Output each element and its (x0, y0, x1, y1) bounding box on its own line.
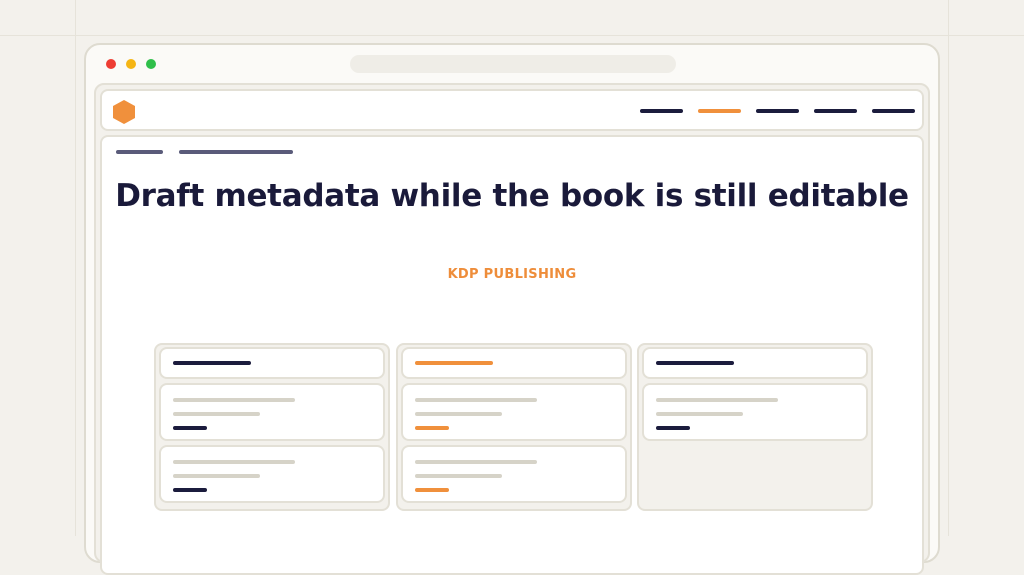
card-tag (173, 488, 207, 492)
nav-item-3[interactable] (756, 109, 799, 113)
nav-item-1[interactable] (640, 109, 683, 113)
nav-item-4[interactable] (814, 109, 857, 113)
card-tag (656, 426, 690, 430)
card-text-line (656, 412, 743, 416)
browser-window: Draft metadata while the book is still e… (84, 43, 940, 575)
breadcrumb-item-1[interactable] (116, 150, 163, 154)
card-text-line (415, 398, 537, 402)
nav-item-5[interactable] (872, 109, 915, 113)
maximize-window-button[interactable] (146, 59, 156, 69)
card-tag (415, 488, 449, 492)
column-header[interactable] (401, 347, 627, 379)
page-title: Draft metadata while the book is still e… (115, 178, 909, 214)
card-tag (415, 426, 449, 430)
task-card[interactable] (401, 445, 627, 503)
card-tag (173, 426, 207, 430)
card-text-line (173, 398, 295, 402)
card-text-line (656, 398, 778, 402)
task-card[interactable] (159, 445, 385, 503)
board-column-1 (154, 343, 390, 511)
task-card[interactable] (159, 383, 385, 441)
board-column-3 (637, 343, 873, 511)
hexagon-logo-icon[interactable] (112, 99, 136, 125)
column-header[interactable] (642, 347, 868, 379)
page-viewport: Draft metadata while the book is still e… (94, 83, 930, 575)
column-title (415, 361, 493, 365)
breadcrumb-item-2[interactable] (179, 150, 293, 154)
guide-line-right (948, 0, 949, 536)
column-title (173, 361, 251, 365)
board-column-2 (396, 343, 632, 511)
main-content: Draft metadata while the book is still e… (100, 135, 924, 575)
card-text-line (415, 474, 502, 478)
guide-line-horizontal (0, 35, 1024, 36)
task-card[interactable] (401, 383, 627, 441)
minimize-window-button[interactable] (126, 59, 136, 69)
nav-item-2[interactable] (698, 109, 741, 113)
column-header[interactable] (159, 347, 385, 379)
card-text-line (173, 474, 260, 478)
address-bar[interactable] (350, 55, 676, 73)
card-text-line (173, 412, 260, 416)
column-title (656, 361, 734, 365)
close-window-button[interactable] (106, 59, 116, 69)
page-kicker: KDP PUBLISHING (447, 267, 577, 282)
card-text-line (415, 412, 502, 416)
guide-line-left (75, 0, 76, 536)
card-text-line (415, 460, 537, 464)
card-text-line (173, 460, 295, 464)
site-header (100, 89, 924, 131)
task-card[interactable] (642, 383, 868, 441)
